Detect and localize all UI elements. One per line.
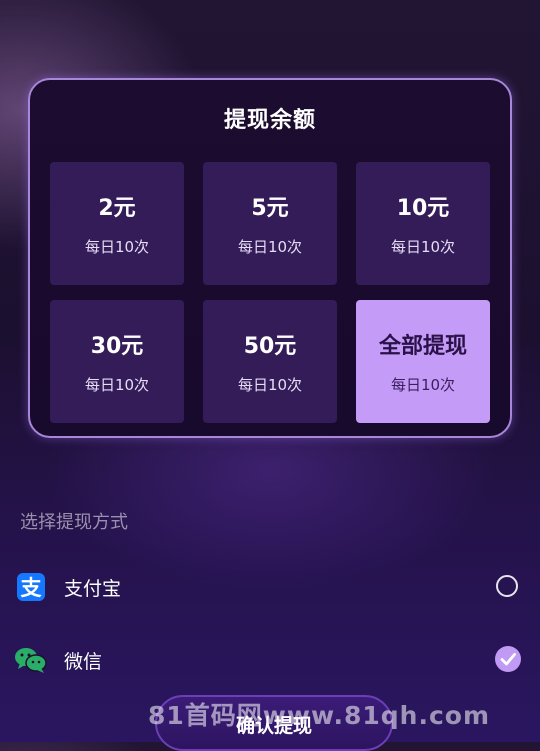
- amount-option-50[interactable]: 50元 每日10次: [203, 300, 337, 423]
- daily-limit-label: 每日10次: [237, 376, 303, 394]
- payment-method-alipay[interactable]: 支 支付宝: [0, 562, 540, 610]
- daily-limit-label: 每日10次: [84, 376, 150, 394]
- amount-label: 50元: [243, 334, 297, 359]
- daily-limit-label: 每日10次: [390, 238, 456, 256]
- amount-option-10[interactable]: 10元 每日10次: [356, 162, 490, 285]
- withdraw-card: 提现余额 2元 每日10次 5元 每日10次 10元 每日10次 30元 每日1…: [28, 78, 512, 438]
- daily-limit-label: 每日10次: [390, 376, 456, 394]
- payment-method-wechat[interactable]: 微信: [0, 635, 540, 683]
- watermark-text: 81首码网www.81qh.com: [148, 701, 491, 730]
- amount-grid: 2元 每日10次 5元 每日10次 10元 每日10次 30元 每日10次 50…: [50, 162, 494, 423]
- amount-option-all[interactable]: 全部提现 每日10次: [356, 300, 490, 423]
- wechat-icon: [14, 645, 48, 675]
- amount-label: 30元: [90, 334, 144, 359]
- daily-limit-label: 每日10次: [84, 238, 150, 256]
- daily-limit-label: 每日10次: [237, 238, 303, 256]
- amount-label: 2元: [98, 196, 136, 221]
- wechat-radio-checked[interactable]: [495, 646, 521, 672]
- amount-option-2[interactable]: 2元 每日10次: [50, 162, 184, 285]
- amount-option-5[interactable]: 5元 每日10次: [203, 162, 337, 285]
- alipay-radio[interactable]: [496, 575, 518, 597]
- payment-method-heading: 选择提现方式: [20, 512, 128, 533]
- checkmark-icon: [500, 653, 516, 666]
- wechat-label: 微信: [64, 651, 103, 673]
- alipay-label: 支付宝: [64, 578, 122, 600]
- amount-label: 全部提现: [378, 334, 467, 359]
- amount-label: 5元: [251, 196, 289, 221]
- amount-option-30[interactable]: 30元 每日10次: [50, 300, 184, 423]
- amount-label: 10元: [396, 196, 450, 221]
- withdraw-title: 提现余额: [223, 108, 316, 133]
- svg-text:支: 支: [21, 576, 43, 600]
- alipay-icon: 支: [16, 572, 46, 602]
